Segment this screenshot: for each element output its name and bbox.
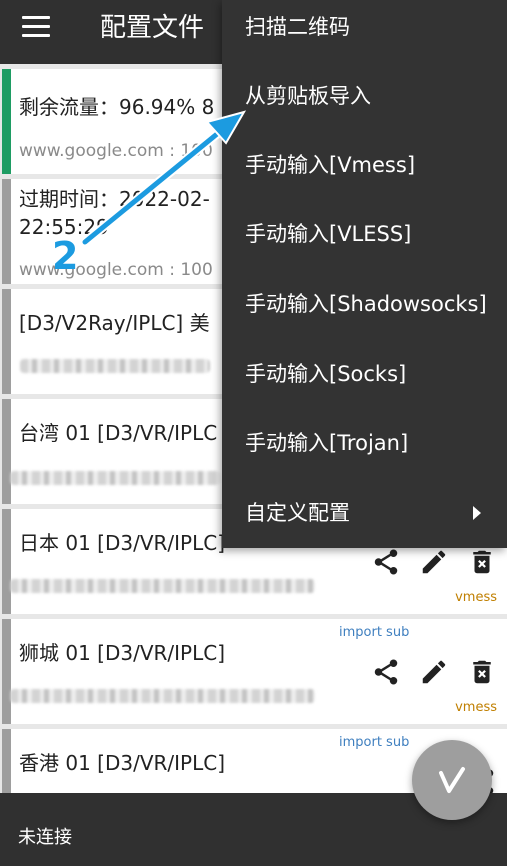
menu-item-manual-vmess[interactable]: 手动输入[Vmess] [222,131,507,200]
card-indicator [2,399,11,504]
menu-item-manual-vless[interactable]: 手动输入[VLESS] [222,200,507,269]
server-name-line1: 过期时间：2022-02- [19,187,210,211]
server-name: [D3/V2Ray/IPLC] 美 [19,311,210,335]
menu-item-import-clipboard[interactable]: 从剪贴板导入 [222,62,507,131]
protocol-tag: vmess [455,700,497,715]
redacted-address [20,359,210,373]
card-indicator [2,289,11,394]
redacted-address [10,689,315,703]
card-actions [371,657,497,687]
selected-indicator [2,69,11,174]
card-indicator [2,179,11,284]
subscription-tag: import sub [339,625,410,640]
share-icon[interactable] [371,657,401,687]
trash-icon[interactable] [467,547,497,577]
menu-item-scan-qr[interactable]: 扫描二维码 [222,0,507,62]
server-name: 台湾 01 [D3/VR/IPLC [19,421,218,445]
server-name: 剩余流量：96.94% 8 [19,95,215,119]
card-actions [371,547,497,577]
server-address: www.google.com : 100 [19,260,213,280]
protocol-tag: vmess [455,590,497,605]
trash-icon[interactable] [467,657,497,687]
redacted-address [10,579,315,593]
menu-item-label: 自定义配置 [245,501,350,525]
pencil-icon[interactable] [419,547,449,577]
submenu-arrow-icon [473,506,481,520]
card-indicator [2,619,11,724]
redacted-address [10,471,220,485]
subscription-tag: import sub [339,735,410,750]
menu-item-custom-config[interactable]: 自定义配置 [222,479,507,548]
server-name: 狮城 01 [D3/VR/IPLC] [19,641,226,665]
import-menu: 扫描二维码 从剪贴板导入 手动输入[Vmess] 手动输入[VLESS] 手动输… [222,0,507,548]
page-title: 配置文件 [100,13,205,43]
connection-status: 未连接 [18,827,72,848]
server-address: www.google.com : 100 [19,141,213,161]
menu-item-manual-shadowsocks[interactable]: 手动输入[Shadowsocks] [222,270,507,339]
menu-item-manual-socks[interactable]: 手动输入[Socks] [222,340,507,409]
server-name: 香港 01 [D3/VR/IPLC] [19,751,226,775]
pencil-icon[interactable] [419,657,449,687]
annotation-step-number: 2 [52,234,79,278]
menu-icon[interactable] [22,16,50,38]
connect-fab-button[interactable] [412,740,492,820]
server-card[interactable]: import sub 狮城 01 [D3/VR/IPLC] vmess [2,619,507,724]
share-icon[interactable] [371,547,401,577]
server-name: 日本 01 [D3/VR/IPLC] [19,531,226,555]
menu-item-manual-trojan[interactable]: 手动输入[Trojan] [222,409,507,478]
card-indicator [2,509,11,614]
v-logo-icon [439,767,465,793]
